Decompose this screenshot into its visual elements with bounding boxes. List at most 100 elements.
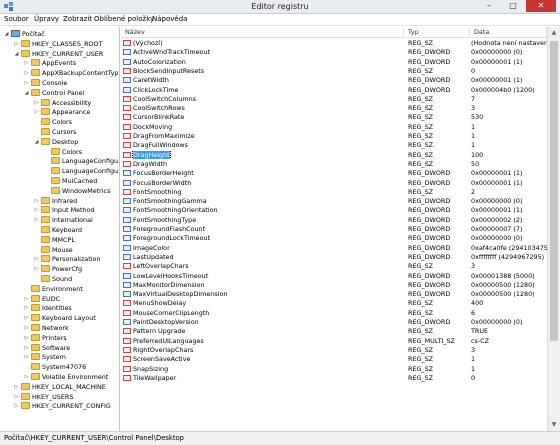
tree-item[interactable]: Environment: [23, 284, 83, 294]
value-row[interactable]: BlockSendInputResets REG_SZ 0: [121, 67, 547, 76]
tree-expander-icon[interactable]: ▷: [13, 39, 20, 49]
tree-expander-icon[interactable]: ▷: [23, 352, 30, 362]
tree-item[interactable]: ▷ Keyboard Layout: [23, 313, 96, 323]
tree-item[interactable]: ◢ Desktop: [33, 137, 78, 147]
minimize-button[interactable]: –: [478, 0, 500, 12]
tree-item[interactable]: LanguageConfigu: [43, 156, 118, 166]
vertical-scrollbar[interactable]: ▲ ▼: [547, 27, 560, 431]
tree-item[interactable]: Cursors: [33, 127, 76, 137]
tree-item[interactable]: WindowMetrics: [43, 186, 110, 196]
value-row[interactable]: DragWidth REG_SZ 50: [121, 160, 547, 169]
tree-expander-icon[interactable]: ▷: [23, 333, 30, 343]
tree-expander-icon[interactable]: ▷: [23, 343, 30, 353]
close-button[interactable]: ✕: [526, 0, 556, 12]
tree-item[interactable]: ▷ PowerCfg: [33, 264, 82, 274]
value-row[interactable]: MaxVirtualDesktopDimension REG_DWORD 0x000…: [121, 290, 547, 299]
tree-item[interactable]: ▷ Accessibility: [33, 98, 91, 108]
value-row[interactable]: DragFullWindows REG_SZ 1: [121, 141, 547, 150]
value-row[interactable]: ScreenSaveActive REG_SZ 1: [121, 355, 547, 364]
tree-item[interactable]: LanguageConfigu: [43, 166, 118, 176]
value-row[interactable]: MouseCornerClipLength REG_SZ 6: [121, 309, 547, 318]
tree-item[interactable]: ▷ Network: [23, 323, 69, 333]
tree-expander-icon[interactable]: ▷: [23, 294, 30, 304]
scroll-down-arrow-icon[interactable]: ▼: [548, 419, 560, 431]
tree-item[interactable]: Colors: [33, 117, 72, 127]
tree-expander-icon[interactable]: ▷: [33, 215, 40, 225]
tree-expander-icon[interactable]: ▷: [33, 254, 40, 264]
tree-item[interactable]: ▷ HKEY_USERS: [13, 392, 73, 402]
tree-item[interactable]: ▷ System: [23, 352, 66, 362]
menu-edit[interactable]: Úpravy: [34, 15, 59, 23]
tree-item[interactable]: ▷ Printers: [23, 333, 67, 343]
value-row[interactable]: CursorBlinkRate REG_SZ 530: [121, 113, 547, 122]
value-row[interactable]: FocusBorderWidth REG_DWORD 0x00000001 (1): [121, 179, 547, 188]
value-row[interactable]: AutoColorization REG_DWORD 0x00000001 (1): [121, 58, 547, 67]
value-row[interactable]: ClickLockTime REG_DWORD 0x000004b0 (1200): [121, 86, 547, 95]
value-row[interactable]: CoolSwitchRows REG_SZ 3: [121, 104, 547, 113]
tree-item[interactable]: ▷ Infrared: [33, 196, 77, 206]
tree-expander-icon[interactable]: ▷: [23, 323, 30, 333]
tree-expander-icon[interactable]: ▷: [23, 313, 30, 323]
tree-expander-icon[interactable]: ▷: [33, 264, 40, 274]
value-row[interactable]: FocusBorderHeight REG_DWORD 0x00000001 (1): [121, 169, 547, 178]
value-row[interactable]: LeftOverlapChars REG_SZ 3: [121, 262, 547, 271]
value-row[interactable]: LowLevelHooksTimeout REG_DWORD 0x00001388 …: [121, 272, 547, 281]
tree-item[interactable]: ▷ AppEvents: [23, 58, 76, 68]
tree-item[interactable]: MMCPL: [33, 235, 75, 245]
tree-item[interactable]: ▷ EUDC: [23, 294, 60, 304]
value-row[interactable]: LastUpdated REG_DWORD 0xffffffff (42949672…: [121, 253, 547, 262]
values-list[interactable]: Název Typ Data (Výchozí) REG_SZ (Hodnota n…: [121, 27, 547, 431]
scroll-up-arrow-icon[interactable]: ▲: [548, 27, 560, 39]
value-row[interactable]: PreferredUILanguages REG_MULTI_SZ cs-CZ: [121, 337, 547, 346]
value-row[interactable]: CoolSwitchColumns REG_SZ 7: [121, 95, 547, 104]
value-row[interactable]: CaretWidth REG_DWORD 0x00000001 (1): [121, 76, 547, 85]
value-row[interactable]: PaintDesktopVersion REG_DWORD 0x00000000 (…: [121, 318, 547, 327]
menu-file[interactable]: Soubor: [4, 15, 29, 23]
value-row[interactable]: TileWallpaper REG_SZ 0: [121, 374, 547, 383]
tree-expander-icon[interactable]: ▷: [13, 382, 20, 392]
tree-item[interactable]: ▷ Software: [23, 343, 70, 353]
value-row[interactable]: RightOverlapChars REG_SZ 3: [121, 346, 547, 355]
tree-expander-icon[interactable]: ▷: [33, 205, 40, 215]
tree-expander-icon[interactable]: ◢: [3, 29, 10, 39]
tree-item[interactable]: Colors: [43, 147, 82, 157]
value-row[interactable]: FontSmoothingGamma REG_DWORD 0x00000000 (0…: [121, 197, 547, 206]
value-row[interactable]: ActiveWndTrackTimeout REG_DWORD 0x00000000…: [121, 48, 547, 57]
menu-view[interactable]: Zobrazit: [63, 15, 92, 23]
tree-expander-icon[interactable]: ◢: [23, 88, 30, 98]
value-row[interactable]: FontSmoothing REG_SZ 2: [121, 188, 547, 197]
value-row[interactable]: DragHeight REG_SZ 100: [121, 150, 547, 160]
tree-item[interactable]: ▷ Input Method: [33, 205, 95, 215]
tree-item[interactable]: ◢ HKEY_CURRENT_USER: [13, 49, 103, 59]
tree-item[interactable]: ▷ Personalization: [33, 254, 100, 264]
value-row[interactable]: ForegroundFlashCount REG_DWORD 0x00000007 …: [121, 225, 547, 234]
value-row[interactable]: ForegroundLockTimeout REG_DWORD 0x00000000…: [121, 234, 547, 243]
tree-expander-icon[interactable]: ▷: [23, 68, 30, 78]
tree-item[interactable]: ▷ International: [33, 215, 93, 225]
menu-favorites[interactable]: Oblíbené položky: [94, 15, 154, 23]
column-type[interactable]: Typ: [404, 27, 470, 38]
tree-item[interactable]: ▷ HKEY_CLASSES_ROOT: [13, 39, 102, 49]
maximize-button[interactable]: □: [502, 0, 524, 12]
tree-item[interactable]: ▷ AppXBackupContentTyp: [23, 68, 118, 78]
column-name[interactable]: Název: [121, 27, 404, 38]
value-row[interactable]: SnapSizing REG_SZ 1: [121, 365, 547, 374]
tree-item[interactable]: ▷ HKEY_CURRENT_CONFIG: [13, 401, 111, 411]
tree-expander-icon[interactable]: ▷: [13, 392, 20, 402]
tree-item[interactable]: ▷ Appearance: [33, 107, 90, 117]
tree-item[interactable]: ▷ Identities: [23, 303, 72, 313]
value-row[interactable]: (Výchozí) REG_SZ (Hodnota není nastavena): [121, 39, 547, 48]
tree-expander-icon[interactable]: ▷: [23, 303, 30, 313]
registry-tree[interactable]: ◢ Počítač ▷ HKEY_CLASSES_ROOT ◢ HKEY_CURRENT_…: [0, 27, 120, 431]
value-row[interactable]: FontSmoothingOrientation REG_DWORD 0x00000…: [121, 206, 547, 215]
tree-expander-icon[interactable]: ▷: [23, 78, 30, 88]
value-row[interactable]: DragFromMaximize REG_SZ 1: [121, 132, 547, 141]
value-row[interactable]: DockMoving REG_SZ 1: [121, 123, 547, 132]
tree-item[interactable]: ▷ HKEY_LOCAL_MACHINE: [13, 382, 106, 392]
tree-item[interactable]: Keyboard: [33, 225, 82, 235]
value-row[interactable]: MenuShowDelay REG_SZ 400: [121, 299, 547, 308]
tree-item[interactable]: ◢ Počítač: [3, 29, 45, 39]
tree-item[interactable]: Mouse: [33, 245, 73, 255]
tree-item[interactable]: ▷ Console: [23, 78, 67, 88]
tree-item[interactable]: System47076: [23, 362, 86, 372]
